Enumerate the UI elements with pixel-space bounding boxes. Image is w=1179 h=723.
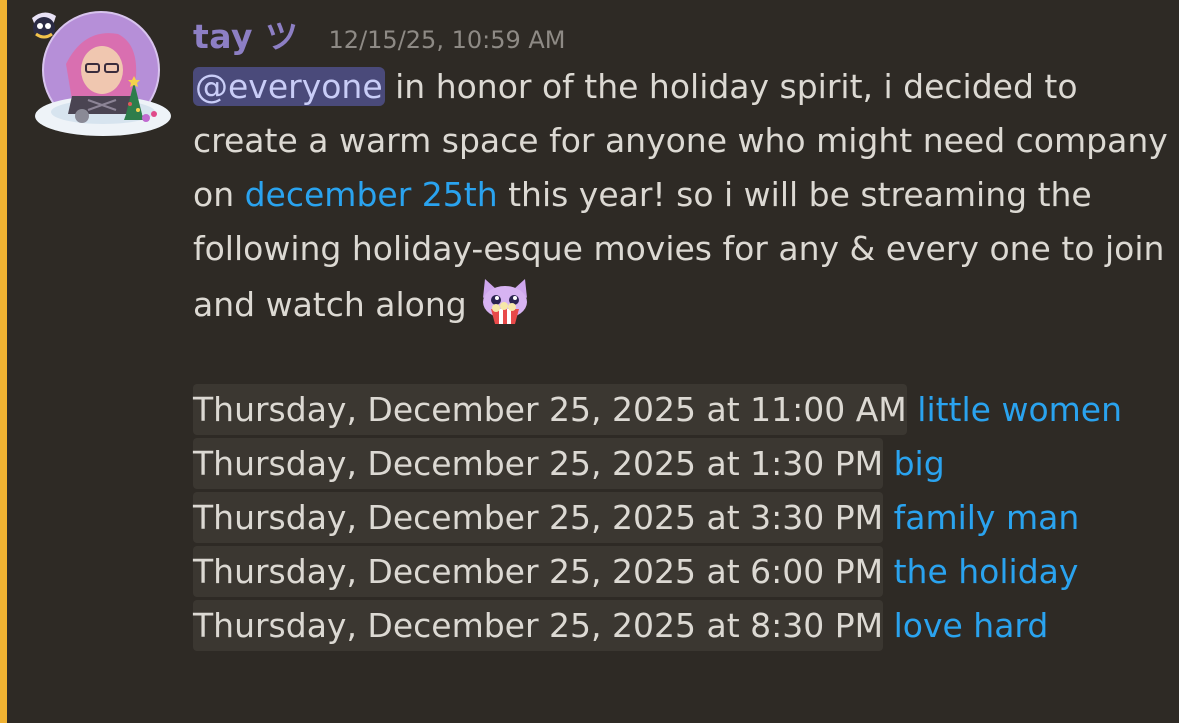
message-header: tay ツ 12/15/25, 10:59 AM [193, 10, 566, 56]
schedule-timestamp[interactable]: Thursday, December 25, 2025 at 11:00 AM [193, 384, 907, 435]
movie-title-link[interactable]: little women [917, 390, 1122, 429]
schedule-timestamp[interactable]: Thursday, December 25, 2025 at 8:30 PM [193, 600, 884, 651]
mention-highlight-bar [0, 0, 7, 723]
username[interactable]: tay ツ [193, 10, 299, 58]
movie-title-link[interactable]: love hard [894, 606, 1049, 645]
everyone-mention[interactable]: @everyone [193, 67, 385, 106]
movie-title-link[interactable]: the holiday [894, 552, 1079, 591]
schedule-item: Thursday, December 25, 2025 at 6:00 PM t… [193, 545, 1168, 599]
schedule-item: Thursday, December 25, 2025 at 1:30 PM b… [193, 437, 1168, 491]
avatar-image [32, 11, 171, 136]
schedule-item: Thursday, December 25, 2025 at 3:30 PM f… [193, 491, 1168, 545]
schedule-timestamp[interactable]: Thursday, December 25, 2025 at 3:30 PM [193, 492, 884, 543]
movie-title-link[interactable]: big [894, 444, 945, 483]
date-link[interactable]: december 25th [245, 175, 498, 214]
movie-schedule: Thursday, December 25, 2025 at 11:00 AM … [193, 383, 1168, 653]
message-body: @everyone in honor of the holiday spirit… [193, 60, 1168, 332]
movie-title-link[interactable]: family man [894, 498, 1080, 537]
cat-popcorn-icon [483, 279, 528, 324]
cat-popcorn-emoji [477, 276, 533, 324]
schedule-item: Thursday, December 25, 2025 at 8:30 PM l… [193, 599, 1168, 653]
avatar[interactable] [26, 4, 176, 144]
message-timestamp[interactable]: 12/15/25, 10:59 AM [329, 26, 566, 54]
schedule-item: Thursday, December 25, 2025 at 11:00 AM … [193, 383, 1168, 437]
schedule-timestamp[interactable]: Thursday, December 25, 2025 at 1:30 PM [193, 438, 884, 489]
schedule-timestamp[interactable]: Thursday, December 25, 2025 at 6:00 PM [193, 546, 884, 597]
